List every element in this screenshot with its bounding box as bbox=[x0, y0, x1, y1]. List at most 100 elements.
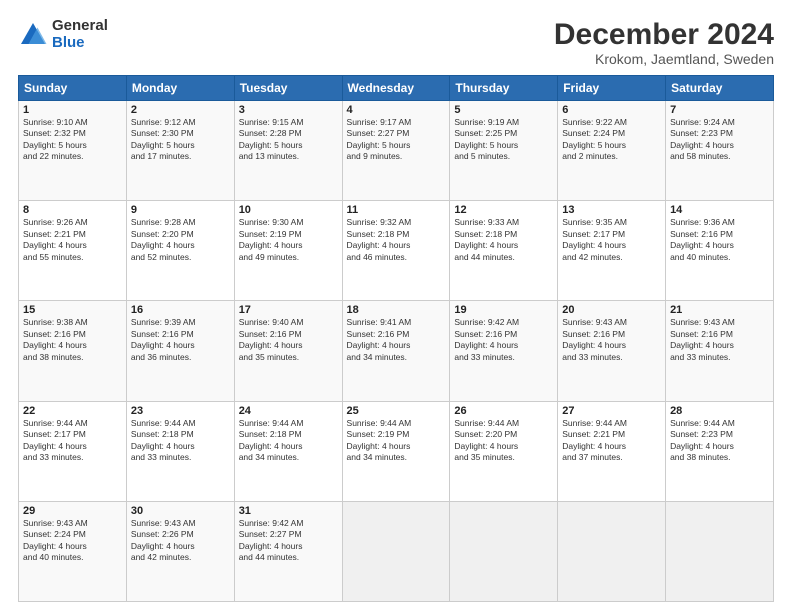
calendar-cell bbox=[450, 501, 558, 601]
day-number: 28 bbox=[670, 405, 769, 417]
day-info: Sunrise: 9:32 AM Sunset: 2:18 PM Dayligh… bbox=[347, 217, 446, 263]
calendar-cell: 14Sunrise: 9:36 AM Sunset: 2:16 PM Dayli… bbox=[666, 201, 774, 301]
day-info: Sunrise: 9:30 AM Sunset: 2:19 PM Dayligh… bbox=[239, 217, 338, 263]
calendar-header-thursday: Thursday bbox=[450, 76, 558, 101]
day-info: Sunrise: 9:43 AM Sunset: 2:16 PM Dayligh… bbox=[670, 317, 769, 363]
calendar-cell: 30Sunrise: 9:43 AM Sunset: 2:26 PM Dayli… bbox=[126, 501, 234, 601]
calendar-cell: 12Sunrise: 9:33 AM Sunset: 2:18 PM Dayli… bbox=[450, 201, 558, 301]
calendar-cell: 25Sunrise: 9:44 AM Sunset: 2:19 PM Dayli… bbox=[342, 401, 450, 501]
day-info: Sunrise: 9:36 AM Sunset: 2:16 PM Dayligh… bbox=[670, 217, 769, 263]
day-number: 19 bbox=[454, 304, 553, 316]
calendar-cell: 2Sunrise: 9:12 AM Sunset: 2:30 PM Daylig… bbox=[126, 101, 234, 201]
day-info: Sunrise: 9:43 AM Sunset: 2:24 PM Dayligh… bbox=[23, 518, 122, 564]
calendar-header-monday: Monday bbox=[126, 76, 234, 101]
day-info: Sunrise: 9:44 AM Sunset: 2:23 PM Dayligh… bbox=[670, 418, 769, 464]
calendar-cell: 31Sunrise: 9:42 AM Sunset: 2:27 PM Dayli… bbox=[234, 501, 342, 601]
calendar-cell: 1Sunrise: 9:10 AM Sunset: 2:32 PM Daylig… bbox=[19, 101, 127, 201]
day-number: 29 bbox=[23, 505, 122, 517]
day-number: 25 bbox=[347, 405, 446, 417]
header: General Blue December 2024 Krokom, Jaemt… bbox=[18, 18, 774, 67]
day-info: Sunrise: 9:44 AM Sunset: 2:18 PM Dayligh… bbox=[239, 418, 338, 464]
calendar-cell bbox=[666, 501, 774, 601]
calendar-week-row: 15Sunrise: 9:38 AM Sunset: 2:16 PM Dayli… bbox=[19, 301, 774, 401]
calendar-cell: 20Sunrise: 9:43 AM Sunset: 2:16 PM Dayli… bbox=[558, 301, 666, 401]
calendar-week-row: 1Sunrise: 9:10 AM Sunset: 2:32 PM Daylig… bbox=[19, 101, 774, 201]
day-number: 16 bbox=[131, 304, 230, 316]
calendar-cell: 10Sunrise: 9:30 AM Sunset: 2:19 PM Dayli… bbox=[234, 201, 342, 301]
day-number: 23 bbox=[131, 405, 230, 417]
calendar-cell: 7Sunrise: 9:24 AM Sunset: 2:23 PM Daylig… bbox=[666, 101, 774, 201]
calendar-cell: 15Sunrise: 9:38 AM Sunset: 2:16 PM Dayli… bbox=[19, 301, 127, 401]
day-info: Sunrise: 9:40 AM Sunset: 2:16 PM Dayligh… bbox=[239, 317, 338, 363]
day-info: Sunrise: 9:28 AM Sunset: 2:20 PM Dayligh… bbox=[131, 217, 230, 263]
calendar-week-row: 22Sunrise: 9:44 AM Sunset: 2:17 PM Dayli… bbox=[19, 401, 774, 501]
day-info: Sunrise: 9:35 AM Sunset: 2:17 PM Dayligh… bbox=[562, 217, 661, 263]
day-number: 27 bbox=[562, 405, 661, 417]
day-info: Sunrise: 9:41 AM Sunset: 2:16 PM Dayligh… bbox=[347, 317, 446, 363]
day-number: 15 bbox=[23, 304, 122, 316]
calendar-cell: 27Sunrise: 9:44 AM Sunset: 2:21 PM Dayli… bbox=[558, 401, 666, 501]
day-number: 24 bbox=[239, 405, 338, 417]
calendar-header-tuesday: Tuesday bbox=[234, 76, 342, 101]
day-info: Sunrise: 9:44 AM Sunset: 2:20 PM Dayligh… bbox=[454, 418, 553, 464]
day-number: 12 bbox=[454, 204, 553, 216]
day-number: 8 bbox=[23, 204, 122, 216]
day-number: 22 bbox=[23, 405, 122, 417]
calendar-cell bbox=[342, 501, 450, 601]
day-info: Sunrise: 9:43 AM Sunset: 2:16 PM Dayligh… bbox=[562, 317, 661, 363]
calendar-cell: 16Sunrise: 9:39 AM Sunset: 2:16 PM Dayli… bbox=[126, 301, 234, 401]
day-number: 13 bbox=[562, 204, 661, 216]
day-info: Sunrise: 9:44 AM Sunset: 2:19 PM Dayligh… bbox=[347, 418, 446, 464]
day-info: Sunrise: 9:17 AM Sunset: 2:27 PM Dayligh… bbox=[347, 117, 446, 163]
calendar-cell: 22Sunrise: 9:44 AM Sunset: 2:17 PM Dayli… bbox=[19, 401, 127, 501]
calendar-header-friday: Friday bbox=[558, 76, 666, 101]
calendar-cell: 28Sunrise: 9:44 AM Sunset: 2:23 PM Dayli… bbox=[666, 401, 774, 501]
calendar-header-wednesday: Wednesday bbox=[342, 76, 450, 101]
day-number: 11 bbox=[347, 204, 446, 216]
day-number: 2 bbox=[131, 104, 230, 116]
month-title: December 2024 bbox=[554, 18, 774, 51]
calendar-cell: 21Sunrise: 9:43 AM Sunset: 2:16 PM Dayli… bbox=[666, 301, 774, 401]
calendar-week-row: 29Sunrise: 9:43 AM Sunset: 2:24 PM Dayli… bbox=[19, 501, 774, 601]
day-info: Sunrise: 9:44 AM Sunset: 2:18 PM Dayligh… bbox=[131, 418, 230, 464]
day-number: 20 bbox=[562, 304, 661, 316]
day-info: Sunrise: 9:38 AM Sunset: 2:16 PM Dayligh… bbox=[23, 317, 122, 363]
day-number: 10 bbox=[239, 204, 338, 216]
calendar-header-saturday: Saturday bbox=[666, 76, 774, 101]
calendar-header-sunday: Sunday bbox=[19, 76, 127, 101]
day-info: Sunrise: 9:22 AM Sunset: 2:24 PM Dayligh… bbox=[562, 117, 661, 163]
page: General Blue December 2024 Krokom, Jaemt… bbox=[0, 0, 792, 612]
day-info: Sunrise: 9:44 AM Sunset: 2:21 PM Dayligh… bbox=[562, 418, 661, 464]
calendar-cell: 5Sunrise: 9:19 AM Sunset: 2:25 PM Daylig… bbox=[450, 101, 558, 201]
calendar-header-row: SundayMondayTuesdayWednesdayThursdayFrid… bbox=[19, 76, 774, 101]
calendar-cell: 9Sunrise: 9:28 AM Sunset: 2:20 PM Daylig… bbox=[126, 201, 234, 301]
day-number: 5 bbox=[454, 104, 553, 116]
calendar-cell: 8Sunrise: 9:26 AM Sunset: 2:21 PM Daylig… bbox=[19, 201, 127, 301]
day-number: 4 bbox=[347, 104, 446, 116]
logo: General Blue bbox=[18, 18, 108, 51]
calendar-cell: 13Sunrise: 9:35 AM Sunset: 2:17 PM Dayli… bbox=[558, 201, 666, 301]
calendar-cell: 6Sunrise: 9:22 AM Sunset: 2:24 PM Daylig… bbox=[558, 101, 666, 201]
location-subtitle: Krokom, Jaemtland, Sweden bbox=[554, 51, 774, 67]
logo-icon bbox=[18, 20, 48, 50]
calendar-table: SundayMondayTuesdayWednesdayThursdayFrid… bbox=[18, 75, 774, 602]
day-number: 18 bbox=[347, 304, 446, 316]
day-info: Sunrise: 9:19 AM Sunset: 2:25 PM Dayligh… bbox=[454, 117, 553, 163]
calendar-cell bbox=[558, 501, 666, 601]
day-number: 21 bbox=[670, 304, 769, 316]
calendar-week-row: 8Sunrise: 9:26 AM Sunset: 2:21 PM Daylig… bbox=[19, 201, 774, 301]
day-info: Sunrise: 9:39 AM Sunset: 2:16 PM Dayligh… bbox=[131, 317, 230, 363]
calendar-cell: 11Sunrise: 9:32 AM Sunset: 2:18 PM Dayli… bbox=[342, 201, 450, 301]
day-number: 9 bbox=[131, 204, 230, 216]
day-info: Sunrise: 9:43 AM Sunset: 2:26 PM Dayligh… bbox=[131, 518, 230, 564]
day-number: 6 bbox=[562, 104, 661, 116]
calendar-cell: 23Sunrise: 9:44 AM Sunset: 2:18 PM Dayli… bbox=[126, 401, 234, 501]
calendar-cell: 19Sunrise: 9:42 AM Sunset: 2:16 PM Dayli… bbox=[450, 301, 558, 401]
day-info: Sunrise: 9:33 AM Sunset: 2:18 PM Dayligh… bbox=[454, 217, 553, 263]
day-info: Sunrise: 9:12 AM Sunset: 2:30 PM Dayligh… bbox=[131, 117, 230, 163]
calendar-cell: 29Sunrise: 9:43 AM Sunset: 2:24 PM Dayli… bbox=[19, 501, 127, 601]
day-info: Sunrise: 9:44 AM Sunset: 2:17 PM Dayligh… bbox=[23, 418, 122, 464]
calendar-cell: 18Sunrise: 9:41 AM Sunset: 2:16 PM Dayli… bbox=[342, 301, 450, 401]
day-number: 26 bbox=[454, 405, 553, 417]
day-number: 14 bbox=[670, 204, 769, 216]
